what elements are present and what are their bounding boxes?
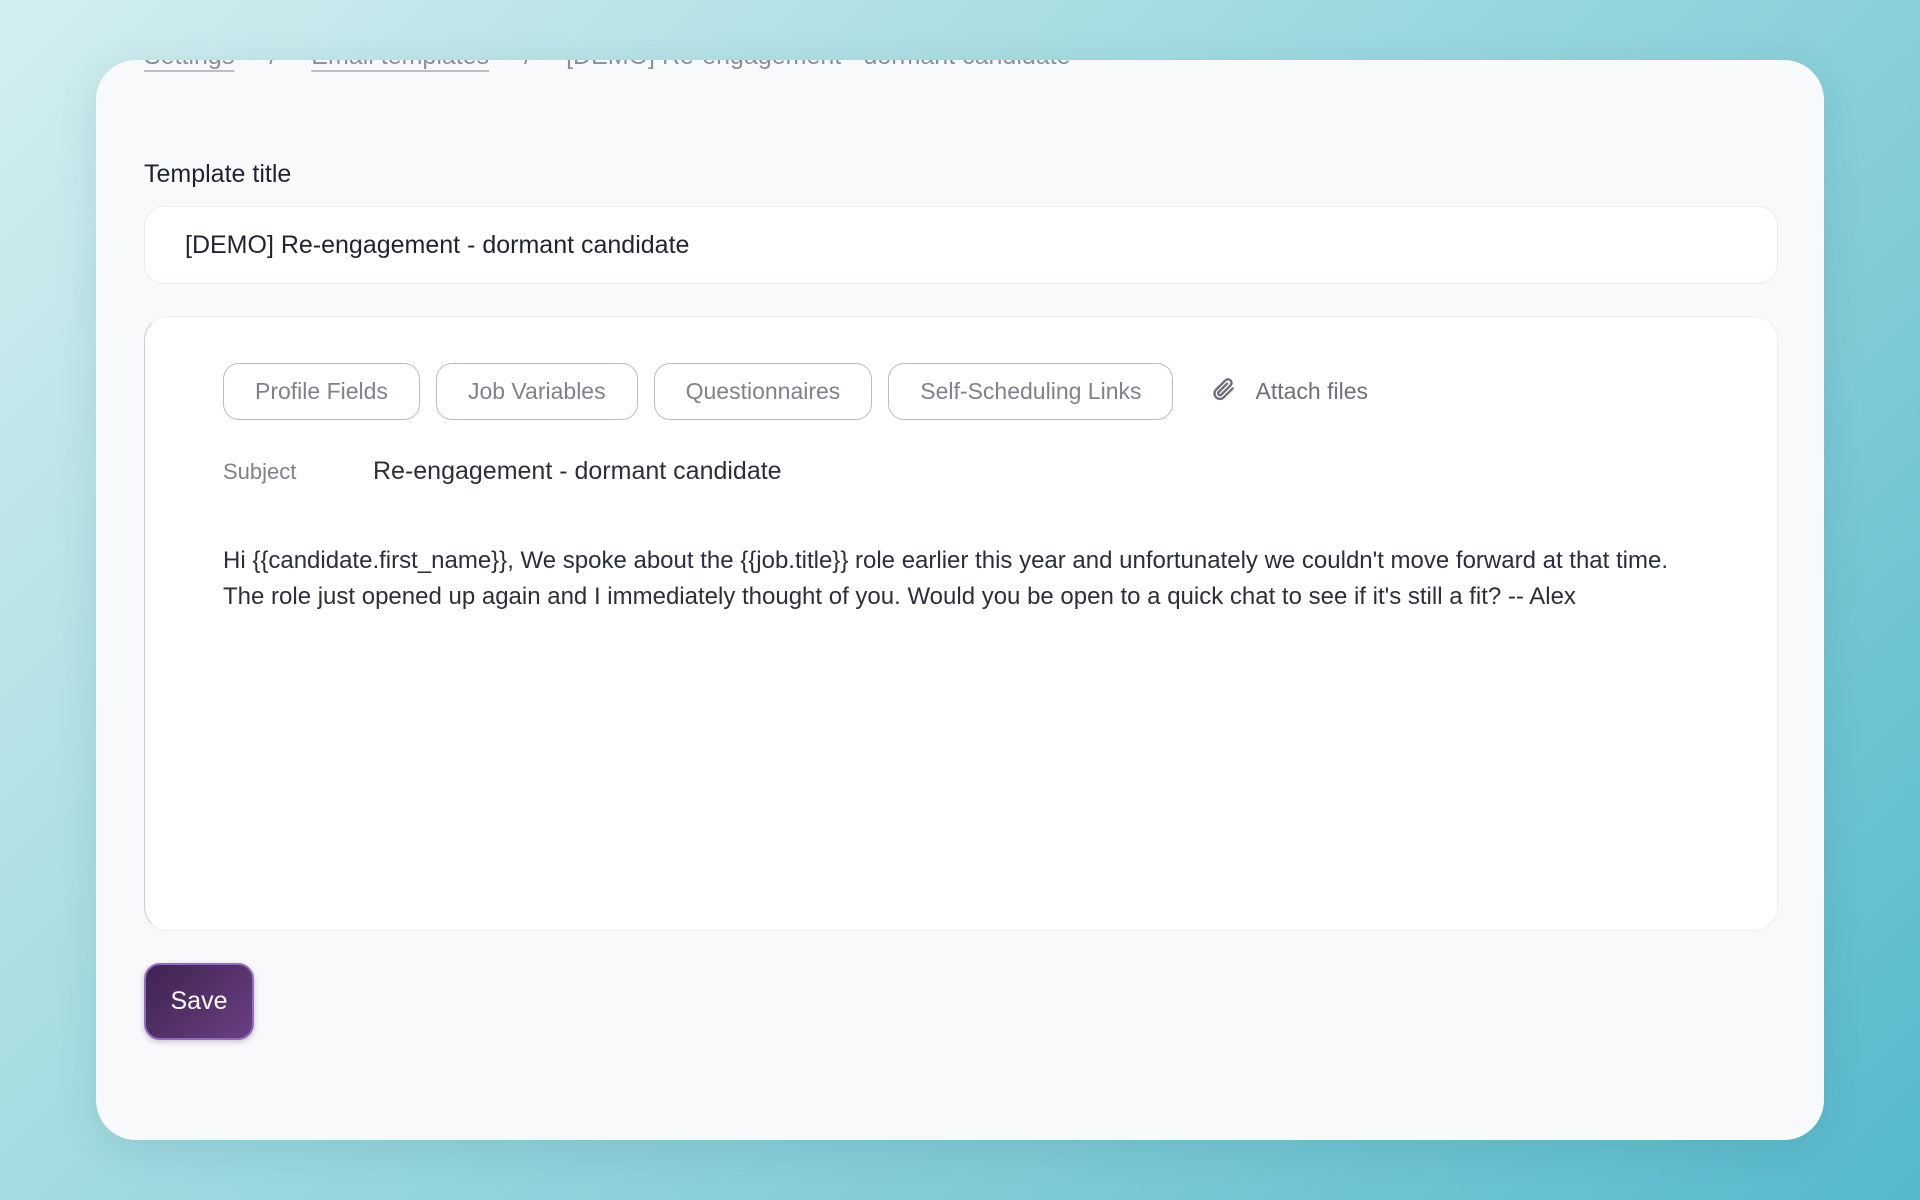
questionnaires-button[interactable]: Questionnaires bbox=[653, 363, 873, 420]
email-body-editor[interactable]: Hi {{candidate.first_name}}, We spoke ab… bbox=[223, 543, 1703, 615]
breadcrumb-link-settings[interactable]: Settings bbox=[144, 60, 234, 71]
attach-files-label: Attach files bbox=[1255, 378, 1368, 404]
self-scheduling-links-button[interactable]: Self-Scheduling Links bbox=[888, 363, 1174, 420]
breadcrumb-link-email-templates[interactable]: Email templates bbox=[311, 60, 489, 71]
breadcrumb-separator: / bbox=[524, 60, 531, 71]
profile-fields-button[interactable]: Profile Fields bbox=[223, 363, 420, 420]
editor-toolbar: Profile Fields Job Variables Questionnai… bbox=[223, 363, 1368, 420]
subject-input[interactable] bbox=[373, 457, 1473, 486]
breadcrumb-separator: / bbox=[269, 60, 276, 71]
template-title-label: Template title bbox=[144, 160, 292, 188]
breadcrumb-current: [DEMO] Re-engagement - dormant candidate bbox=[566, 60, 1070, 71]
job-variables-button[interactable]: Job Variables bbox=[435, 363, 638, 420]
email-editor: Profile Fields Job Variables Questionnai… bbox=[144, 316, 1778, 931]
paperclip-icon bbox=[1211, 376, 1255, 408]
subject-row: Subject bbox=[223, 457, 1473, 486]
template-editor-card: Settings / Email templates / [DEMO] Re-e… bbox=[96, 60, 1824, 1140]
breadcrumb: Settings / Email templates / [DEMO] Re-e… bbox=[144, 60, 1071, 71]
attach-files-button[interactable]: Attach files bbox=[1211, 376, 1368, 408]
save-button[interactable]: Save bbox=[144, 963, 254, 1040]
template-title-input[interactable] bbox=[144, 206, 1778, 284]
subject-label: Subject bbox=[223, 458, 297, 484]
